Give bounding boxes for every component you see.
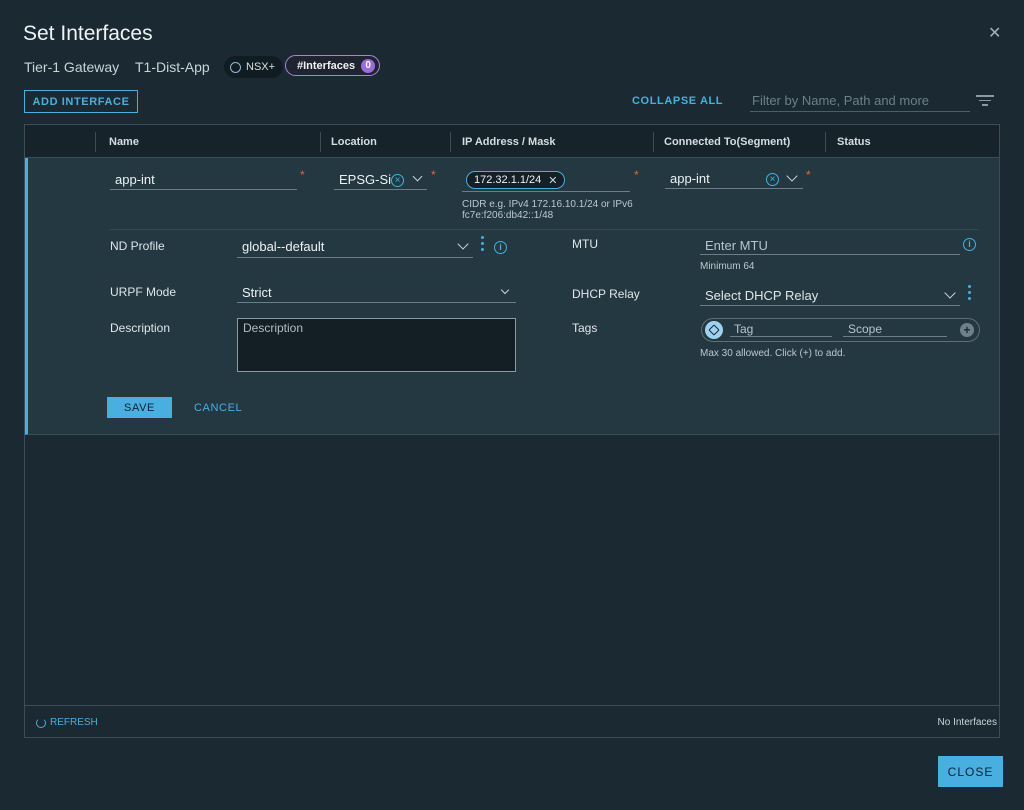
refresh-label: REFRESH [50,717,98,728]
ip-hint-line-2: fc7e:f206:db42::1/48 [462,210,554,221]
refresh-button[interactable]: REFRESH [36,717,98,728]
urpf-chevron-down-icon[interactable] [500,285,510,295]
filter-input[interactable] [750,90,970,112]
name-field[interactable]: app-int [115,172,155,187]
nd-profile-chevron-down-icon[interactable] [457,238,469,250]
mtu-hint: Minimum 64 [700,261,755,272]
ip-address-value: 172.32.1.1/24 [474,174,542,186]
tags-label: Tags [572,321,598,335]
location-chevron-down-icon[interactable] [412,171,423,182]
set-interfaces-dialog: Set Interfaces ✕ Tier-1 Gateway T1-Dist-… [0,0,1024,810]
mtu-info-icon[interactable]: i [963,238,976,251]
close-icon[interactable]: ✕ [988,26,1001,42]
dialog-title: Set Interfaces [23,22,153,45]
remove-ip-icon[interactable]: ✕ [548,174,557,187]
column-name[interactable]: Name [109,136,139,148]
add-interface-button[interactable]: ADD INTERFACE [24,90,138,113]
grid-footer: REFRESH No Interfaces [25,705,999,737]
required-marker: * [634,168,639,182]
interfaces-badge-label: #Interfaces [297,59,356,72]
description-textarea[interactable] [237,318,516,372]
cancel-button[interactable]: CANCEL [194,402,242,414]
required-marker: * [431,168,436,182]
column-connected-to[interactable]: Connected To(Segment) [664,136,790,148]
nd-profile-select[interactable]: global--default [242,239,324,254]
collapse-all-link[interactable]: COLLAPSE ALL [632,95,723,107]
interfaces-grid: Name Location IP Address / Mask Connecte… [24,124,1000,738]
tags-input-group: Tag Scope + [701,318,980,342]
dhcp-relay-select[interactable]: Select DHCP Relay [705,288,818,303]
mtu-label: MTU [572,237,598,251]
required-marker: * [300,168,305,182]
required-marker: * [806,168,811,182]
gateway-type: Tier-1 Gateway [24,59,120,75]
tag-icon [705,321,723,339]
column-status[interactable]: Status [837,136,871,148]
dhcp-relay-kebab-icon[interactable] [968,285,971,303]
segment-select[interactable]: app-int [670,171,710,186]
column-ip-address[interactable]: IP Address / Mask [462,136,556,148]
clear-segment-icon[interactable]: × [766,173,779,186]
segment-chevron-down-icon[interactable] [786,170,798,182]
interfaces-badge: #Interfaces 0 [285,55,381,76]
grid-header: Name Location IP Address / Mask Connecte… [25,125,999,158]
location-select[interactable]: EPSG-Si [339,172,391,187]
gateway-name: T1-Dist-App [135,59,210,75]
nsx-badge: NSX+ [224,56,284,78]
nsx-badge-label: NSX+ [246,61,276,73]
clear-location-icon[interactable]: × [391,174,404,187]
tags-hint: Max 30 allowed. Click (+) to add. [700,348,846,359]
interfaces-count: 0 [361,58,376,73]
nd-profile-kebab-icon[interactable] [481,236,484,254]
mtu-input[interactable]: Enter MTU [705,238,768,253]
add-tag-icon[interactable]: + [960,323,974,337]
column-location[interactable]: Location [331,136,377,148]
refresh-icon [36,717,46,728]
ip-hint-line-1: CIDR e.g. IPv4 172.16.10.1/24 or IPv6 [462,199,633,210]
filter-icon[interactable] [976,95,994,107]
tag-input[interactable]: Tag [734,322,753,336]
interface-edit-row: app-int * EPSG-Si × * 172.32.1.1/24 ✕ * … [25,158,999,435]
save-button[interactable]: SAVE [107,397,172,418]
urpf-mode-label: URPF Mode [110,285,177,299]
close-button[interactable]: CLOSE [938,756,1003,787]
nd-profile-info-icon[interactable]: i [494,241,507,254]
nd-profile-label: ND Profile [110,239,165,253]
urpf-mode-select[interactable]: Strict [242,285,272,300]
ip-address-chip[interactable]: 172.32.1.1/24 ✕ [466,171,565,189]
dhcp-chevron-down-icon[interactable] [944,287,956,299]
dhcp-relay-label: DHCP Relay [572,287,640,301]
grid-status-text: No Interfaces [937,717,997,728]
globe-icon [230,61,241,73]
scope-input[interactable]: Scope [848,322,882,336]
description-label: Description [110,321,171,335]
